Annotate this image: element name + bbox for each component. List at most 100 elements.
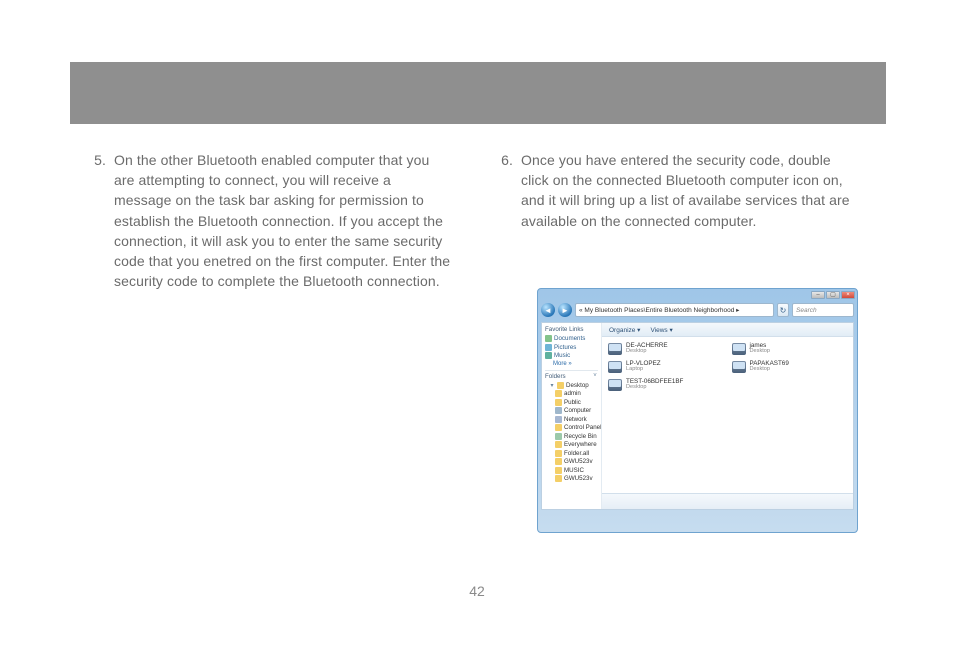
folders-header[interactable]: Folders ˅ (545, 370, 598, 380)
device-type: Desktop (626, 349, 668, 355)
favorite-label: Music (554, 352, 570, 359)
tree-label: Control Panel (564, 424, 602, 431)
documents-icon (545, 335, 552, 342)
close-button[interactable]: × (841, 291, 855, 299)
device-text: PAPAKAST69 Desktop (750, 361, 789, 373)
tree-item[interactable]: ▾ Desktop (549, 382, 598, 389)
tree-item[interactable]: Folder.all (555, 450, 598, 457)
refresh-button[interactable]: ↻ (777, 303, 789, 317)
folder-icon (557, 382, 564, 389)
device-item[interactable]: LP-VLOPEZ Laptop (608, 361, 724, 373)
device-text: TEST-06BDFEE1BF Desktop (626, 379, 683, 391)
tree-label: Public (564, 399, 581, 406)
device-item[interactable]: TEST-06BDFEE1BF Desktop (608, 379, 724, 391)
step-text: On the other Bluetooth enabled computer … (114, 150, 451, 291)
step-5: 5. On the other Bluetooth enabled comput… (88, 150, 451, 291)
folder-icon (555, 399, 562, 406)
step-number: 5. (88, 150, 114, 291)
favorites-header: Favorite Links (545, 326, 598, 333)
folder-icon (555, 467, 562, 474)
tree-label: Everywhere (564, 441, 597, 448)
favorite-label: Documents (554, 335, 585, 342)
tree-item[interactable]: GWU523v (555, 475, 598, 482)
device-text: DE-ACHERRE Desktop (626, 343, 668, 355)
tree-item[interactable]: Network (555, 416, 598, 423)
device-text: james Desktop (750, 343, 771, 355)
sidebar: Favorite Links Documents Pictures Music … (542, 323, 602, 509)
device-item[interactable]: PAPAKAST69 Desktop (732, 361, 848, 373)
content-pane: Organize ▾ Views ▾ DE-ACHERRE Desktop ja… (602, 323, 853, 509)
tree-label: GWU523v (564, 458, 593, 465)
device-type: Desktop (626, 385, 683, 391)
explorer-window: – ▢ × ◄ ► « My Bluetooth Places\Entire B… (537, 288, 858, 533)
page-number: 42 (0, 583, 954, 599)
views-menu[interactable]: Views ▾ (647, 326, 675, 334)
left-column: 5. On the other Bluetooth enabled comput… (88, 150, 451, 291)
favorite-pictures[interactable]: Pictures (545, 344, 598, 351)
address-bar[interactable]: « My Bluetooth Places\Entire Bluetooth N… (575, 303, 774, 317)
tree-item[interactable]: admin (555, 390, 598, 397)
recycle-icon (555, 433, 562, 440)
pictures-icon (545, 344, 552, 351)
favorite-label: Pictures (554, 344, 576, 351)
folder-icon (555, 450, 562, 457)
folder-icon (555, 441, 562, 448)
device-text: LP-VLOPEZ Laptop (626, 361, 661, 373)
tree-item[interactable]: MUSIC (555, 467, 598, 474)
tree-item[interactable]: Everywhere (555, 441, 598, 448)
desktop-icon (732, 361, 746, 373)
laptop-icon (608, 361, 622, 373)
folders-header-label: Folders (545, 373, 566, 380)
tree-item[interactable]: Public (555, 399, 598, 406)
device-item[interactable]: DE-ACHERRE Desktop (608, 343, 724, 355)
folder-tree: ▾ Desktop admin Public Computer Network C… (545, 382, 598, 483)
content-toolbar: Organize ▾ Views ▾ (602, 323, 853, 337)
tree-label: Folder.all (564, 450, 589, 457)
folder-icon (555, 390, 562, 397)
device-grid: DE-ACHERRE Desktop james Desktop LP-VLOP… (602, 337, 853, 397)
step-text: Once you have entered the security code,… (521, 150, 858, 231)
tree-label: admin (564, 390, 581, 397)
music-icon (545, 352, 552, 359)
window-buttons: – ▢ × (810, 291, 855, 299)
nav-forward-button[interactable]: ► (558, 303, 572, 317)
network-icon (555, 416, 562, 423)
desktop-icon (732, 343, 746, 355)
desktop-icon (608, 343, 622, 355)
device-type: Desktop (750, 367, 789, 373)
folder-icon (555, 475, 562, 482)
tree-label: GWU523v (564, 475, 593, 482)
step-number: 6. (495, 150, 521, 231)
expand-icon: ▾ (549, 382, 555, 389)
folder-icon (555, 424, 562, 431)
folder-icon (555, 458, 562, 465)
tree-label: Desktop (566, 382, 589, 389)
right-column: 6. Once you have entered the security co… (495, 150, 858, 291)
tree-label: Recycle Bin (564, 433, 597, 440)
step-6: 6. Once you have entered the security co… (495, 150, 858, 231)
search-input[interactable]: Search (792, 303, 854, 317)
tree-item[interactable]: Recycle Bin (555, 433, 598, 440)
device-item[interactable]: james Desktop (732, 343, 848, 355)
tree-item[interactable]: Control Panel (555, 424, 598, 431)
header-bar (70, 62, 886, 124)
maximize-button[interactable]: ▢ (826, 291, 840, 299)
device-type: Desktop (750, 349, 771, 355)
window-body: Favorite Links Documents Pictures Music … (541, 322, 854, 510)
chevron-down-icon: ˅ (592, 373, 598, 379)
organize-menu[interactable]: Organize ▾ (606, 326, 643, 334)
device-type: Laptop (626, 367, 661, 373)
tree-item[interactable]: Computer (555, 407, 598, 414)
tree-item[interactable]: GWU523v (555, 458, 598, 465)
computer-icon (555, 407, 562, 414)
more-link[interactable]: More » (553, 361, 598, 367)
desktop-icon (608, 379, 622, 391)
favorite-music[interactable]: Music (545, 352, 598, 359)
window-titlebar: – ▢ × (538, 289, 857, 301)
favorite-documents[interactable]: Documents (545, 335, 598, 342)
tree-label: Network (564, 416, 587, 423)
status-bar (602, 493, 853, 509)
content-columns: 5. On the other Bluetooth enabled comput… (88, 150, 858, 291)
nav-back-button[interactable]: ◄ (541, 303, 555, 317)
minimize-button[interactable]: – (811, 291, 825, 299)
